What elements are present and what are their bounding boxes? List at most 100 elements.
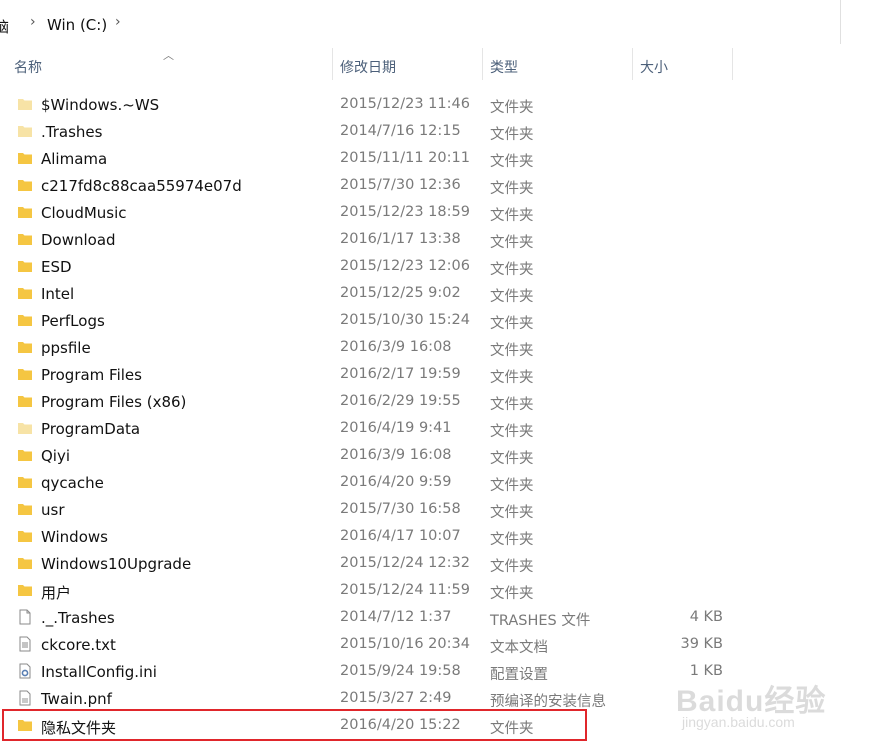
file-name: Program Files [41,366,142,384]
file-type: 文件夹 [490,343,534,359]
file-date: 2015/12/24 11:59 [340,582,470,598]
folder-icon [17,393,33,409]
column-divider[interactable] [732,48,733,80]
file-name: 用户 [41,584,72,602]
breadcrumb-parent[interactable]: 脑 [0,16,9,37]
folder-icon [17,177,33,193]
file-type: 文件夹 [490,127,534,143]
file-type: 文件夹 [490,370,534,386]
folder-icon [17,150,33,166]
column-header-date[interactable]: 修改日期 [340,57,396,77]
file-date: 2015/7/30 12:36 [340,177,461,193]
breadcrumb-chevron-icon[interactable]: › [115,14,121,30]
highlight-annotation [2,709,587,741]
file-date: 2015/12/25 9:02 [340,285,461,301]
sort-ascending-icon: ︿ [163,49,174,62]
file-row[interactable]: qycache 2016/4/20 9:59 文件夹 [0,469,886,496]
file-row[interactable]: Windows10Upgrade 2015/12/24 12:32 文件夹 [0,550,886,577]
file-type: 文件夹 [490,181,534,197]
file-date: 2015/12/23 18:59 [340,204,470,220]
file-row[interactable]: PerfLogs 2015/10/30 15:24 文件夹 [0,307,886,334]
address-bar[interactable]: 脑 › Win (C:) › [0,0,886,46]
file-type: 文件夹 [490,154,534,170]
file-type: 文件夹 [490,586,534,602]
file-name: usr [41,501,65,519]
file-date: 2015/12/23 12:06 [340,258,470,274]
file-row[interactable]: Intel 2015/12/25 9:02 文件夹 [0,280,886,307]
file-row[interactable]: Windows 2016/4/17 10:07 文件夹 [0,523,886,550]
file-row[interactable]: .Trashes 2014/7/16 12:15 文件夹 [0,118,886,145]
folder-icon [17,366,33,382]
file-row[interactable]: usr 2015/7/30 16:58 文件夹 [0,496,886,523]
file-name: ProgramData [41,420,141,438]
file-date: 2015/7/30 16:58 [340,501,461,517]
file-name: .Trashes [41,123,103,141]
file-row[interactable]: ppsfile 2016/3/9 16:08 文件夹 [0,334,886,361]
file-date: 2014/7/16 12:15 [340,123,461,139]
folder-pale-icon [17,96,33,112]
column-header-row: ︿ 名称 修改日期 类型 大小 [0,45,886,91]
column-divider[interactable] [632,48,633,80]
file-name: Qiyi [41,447,71,465]
file-name: PerfLogs [41,312,105,330]
file-date: 2014/7/12 1:37 [340,609,452,625]
file-name: Windows10Upgrade [41,555,192,573]
file-row[interactable]: Program Files 2016/2/17 19:59 文件夹 [0,361,886,388]
file-date: 2015/12/24 12:32 [340,555,470,571]
file-date: 2016/2/17 19:59 [340,366,461,382]
file-row[interactable]: ProgramData 2016/4/19 9:41 文件夹 [0,415,886,442]
file-row[interactable]: CloudMusic 2015/12/23 18:59 文件夹 [0,199,886,226]
column-divider[interactable] [482,48,483,80]
file-row[interactable]: 用户 2015/12/24 11:59 文件夹 [0,577,886,604]
file-name: Program Files (x86) [41,393,187,411]
file-row[interactable]: $Windows.~WS 2015/12/23 11:46 文件夹 [0,91,886,118]
column-header-type[interactable]: 类型 [490,57,518,77]
file-date: 2016/1/17 13:38 [340,231,461,247]
file-name: Windows [41,528,108,546]
file-row[interactable]: Program Files (x86) 2016/2/29 19:55 文件夹 [0,388,886,415]
file-row[interactable]: Alimama 2015/11/11 20:11 文件夹 [0,145,886,172]
file-type: 文件夹 [490,478,534,494]
file-name: Download [41,231,116,249]
column-divider[interactable] [332,48,333,80]
folder-icon [17,204,33,220]
file-size: 4 KB [689,609,723,625]
file-row[interactable]: Qiyi 2016/3/9 16:08 文件夹 [0,442,886,469]
file-row[interactable]: c217fd8c88caa55974e07d 2015/7/30 12:36 文件夹 [0,172,886,199]
folder-pale-icon [17,123,33,139]
folder-icon [17,447,33,463]
file-type: 文件夹 [490,559,534,575]
breadcrumb-current[interactable]: Win (C:) [47,16,107,34]
file-date: 2016/4/17 10:07 [340,528,461,544]
file-row[interactable]: Download 2016/1/17 13:38 文件夹 [0,226,886,253]
file-name: CloudMusic [41,204,127,222]
column-header-name[interactable]: 名称 [14,57,42,77]
file-type: 文件夹 [490,532,534,548]
file-date: 2015/10/30 15:24 [340,312,470,328]
folder-icon [17,258,33,274]
column-header-size[interactable]: 大小 [640,57,668,77]
file-date: 2016/4/19 9:41 [340,420,452,436]
file-type: 文件夹 [490,451,534,467]
blank-file-icon [17,609,33,625]
file-name: Alimama [41,150,108,168]
file-row[interactable]: ESD 2015/12/23 12:06 文件夹 [0,253,886,280]
file-type: 文本文档 [490,640,548,656]
file-name: Twain.pnf [41,690,112,708]
file-date: 2015/10/16 20:34 [340,636,470,652]
file-name: ._.Trashes [41,609,115,627]
breadcrumb-chevron-icon[interactable]: › [30,14,36,30]
file-row[interactable]: ckcore.txt 2015/10/16 20:34 文本文档 39 KB [0,631,886,658]
file-name: ckcore.txt [41,636,116,654]
folder-icon [17,582,33,598]
file-type: 文件夹 [490,100,534,116]
address-bar-dropdown[interactable] [840,0,886,44]
file-date: 2015/11/11 20:11 [340,150,470,166]
file-name: Intel [41,285,75,303]
file-row[interactable]: ._.Trashes 2014/7/12 1:37 TRASHES 文件 4 KB [0,604,886,631]
file-name: InstallConfig.ini [41,663,157,681]
config-file-icon [17,663,33,679]
file-type: 配置设置 [490,667,548,683]
folder-icon [17,339,33,355]
folder-icon [17,528,33,544]
